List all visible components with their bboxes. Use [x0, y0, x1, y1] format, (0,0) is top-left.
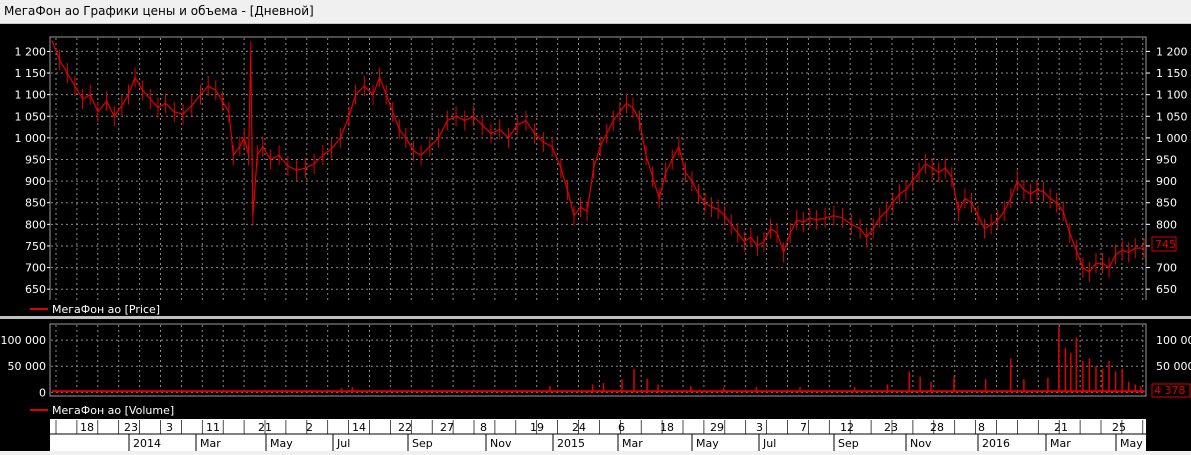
price-y-tick-label: 650 [25, 283, 46, 296]
time-axis-day-label: 3 [756, 421, 763, 434]
time-axis-month-label: Nov [910, 437, 932, 450]
time-axis-day-label: 23 [884, 421, 898, 434]
time-axis-month-label: Mar [200, 437, 221, 450]
price-last-value-label: 745 [1155, 238, 1176, 251]
price-y-tick-label: 750 [25, 240, 46, 253]
time-axis-day-label: 24 [572, 421, 586, 434]
price-y-tick-label-right: 1 150 [1156, 67, 1188, 80]
price-y-tick-label-right: 800 [1156, 218, 1177, 231]
time-axis-day-label: 11 [206, 421, 220, 434]
time-axis-month-label: Sep [412, 437, 433, 450]
price-y-tick-label: 700 [25, 262, 46, 275]
time-axis-month-label: 2015 [557, 437, 585, 450]
price-line [51, 40, 1144, 273]
price-y-tick-label-right: 900 [1156, 175, 1177, 188]
price-grid [51, 38, 1145, 301]
volume-y-tick-label: 0 [39, 386, 46, 399]
time-axis-day-label: 8 [480, 421, 487, 434]
time-axis-day-label: 2 [306, 421, 313, 434]
time-axis-day-label: 19 [530, 421, 544, 434]
price-y-tick-label-right: 850 [1156, 197, 1177, 210]
time-axis-day-label: 27 [440, 421, 454, 434]
price-y-tick-label-right: 650 [1156, 283, 1177, 296]
time-axis-day-label: 29 [710, 421, 724, 434]
time-axis-month-label: Sep [838, 437, 859, 450]
price-y-tick-label: 800 [25, 218, 46, 231]
time-axis-day-label: 21 [258, 421, 272, 434]
price-y-tick-label: 1 100 [15, 89, 47, 102]
chart-area: 650 700 750 800 850 900 950 1 000 1 050 1 100 1 15… [0, 24, 1191, 451]
time-axis-day-label: 7 [800, 421, 807, 434]
time-axis-day-label: 8 [978, 421, 985, 434]
volume-y-tick-label-right: 100 000 [1156, 334, 1191, 347]
price-y-tick-label-right: 1 200 [1156, 45, 1188, 58]
time-axis-day-label: 3 [166, 421, 173, 434]
volume-series [52, 327, 1145, 393]
volume-grid [51, 325, 1145, 395]
price-legend-label: МегаФон ао [Price] [52, 303, 160, 316]
time-axis-month-label: 2014 [133, 437, 161, 450]
time-axis-day-label: 12 [840, 421, 854, 434]
window-title: МегаФон ао Графики цены и объема - [Днев… [4, 4, 314, 18]
price-y-axis-left: 650 700 750 800 850 900 950 1 000 1 050 1 100 1 15… [15, 45, 50, 296]
price-y-tick-label: 850 [25, 197, 46, 210]
price-y-tick-label: 900 [25, 175, 46, 188]
volume-y-tick-label: 50 000 [8, 360, 47, 373]
time-axis-month-label: May [1120, 437, 1143, 450]
price-y-tick-label-right: 700 [1156, 262, 1177, 275]
time-axis-month-label: 2016 [982, 437, 1010, 450]
time-axis-day-label: 22 [398, 421, 412, 434]
time-axis-month-label: Jul [762, 437, 776, 450]
panel-divider [0, 316, 1191, 319]
volume-panel-frame [49, 323, 1147, 397]
time-axis-month-label: Nov [490, 437, 512, 450]
price-y-tick-label: 1 150 [15, 67, 47, 80]
price-y-tick-label: 1 050 [15, 110, 47, 123]
time-axis-month-label: Mar [622, 437, 643, 450]
time-axis-day-label: 23 [124, 421, 138, 434]
volume-y-tick-label-right: 50 000 [1156, 360, 1191, 373]
time-axis-day-label: 14 [352, 421, 366, 434]
time-axis-month-label: Mar [1050, 437, 1071, 450]
price-y-tick-label-right: 1 100 [1156, 89, 1188, 102]
time-axis-day-label: 6 [618, 421, 625, 434]
price-y-axis-right: 6507007508008509009501 0001 0501 1001 15… [1146, 45, 1188, 296]
window-titlebar: МегаФон ао Графики цены и объема - [Днев… [0, 0, 1191, 24]
price-y-tick-label-right: 1 000 [1156, 132, 1188, 145]
time-axis-day-label: 18 [80, 421, 94, 434]
volume-y-tick-label: 100 000 [1, 334, 47, 347]
time-axis-month-label: May [696, 437, 719, 450]
price-legend-band [0, 300, 1191, 316]
volume-legend-label: МегаФон ао [Volume] [52, 404, 174, 417]
time-axis-day-label: 18 [660, 421, 674, 434]
price-y-tick-label-right: 950 [1156, 154, 1177, 167]
time-axis-month-label: Jul [336, 437, 350, 450]
price-y-tick-label: 1 000 [15, 132, 47, 145]
volume-y-axis-left: 0 50 000 100 000 [1, 334, 47, 399]
volume-last-value-label: 4 378 [1154, 384, 1186, 397]
price-y-tick-label: 950 [25, 154, 46, 167]
time-axis-day-label: 25 [1112, 421, 1126, 434]
price-panel-frame [49, 36, 1147, 303]
time-axis-month-label: May [270, 437, 293, 450]
time-axis-day-label: 28 [930, 421, 944, 434]
time-axis-day-label: 21 [1054, 421, 1068, 434]
price-y-tick-label: 1 200 [15, 45, 47, 58]
chart-svg: 650 700 750 800 850 900 950 1 000 1 050 1 100 1 15… [0, 36, 1191, 451]
price-y-tick-label-right: 1 050 [1156, 110, 1188, 123]
